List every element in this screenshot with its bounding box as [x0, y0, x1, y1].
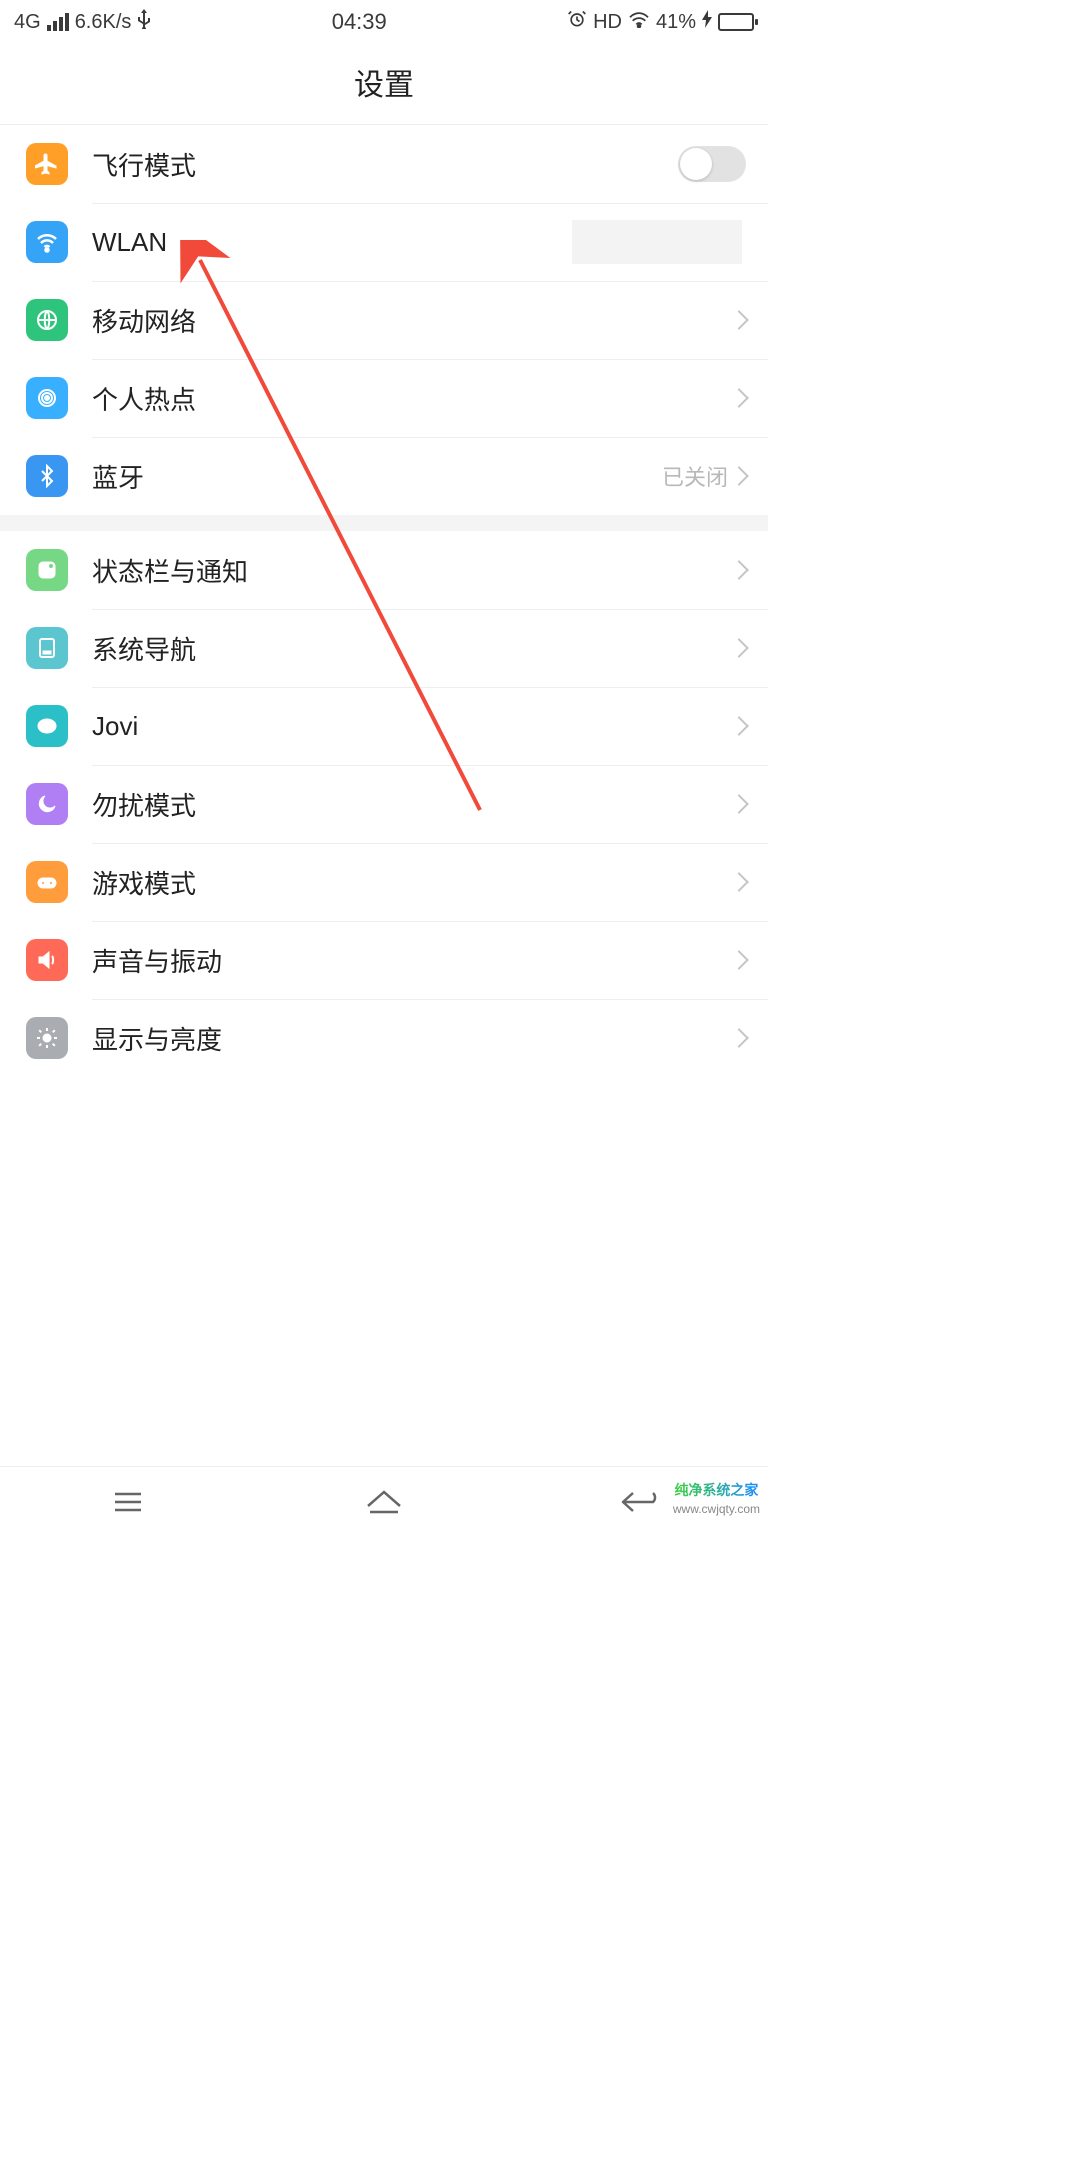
alarm-icon [567, 9, 587, 35]
nav-icon [26, 627, 68, 669]
row-label: WLAN [92, 227, 572, 258]
settings-group-system: 状态栏与通知 系统导航 Jovi 勿扰模式 游戏模式 声音与振动 [0, 531, 768, 1077]
row-airplane-mode[interactable]: 飞行模式 [0, 125, 768, 203]
status-right: HD 41% [567, 9, 754, 35]
row-label: 勿扰模式 [92, 786, 732, 823]
wlan-value-placeholder [572, 220, 742, 264]
brightness-icon [26, 1017, 68, 1059]
row-label: 蓝牙 [92, 458, 662, 495]
watermark: 纯净系统之家 www.cwjqty.com [673, 1480, 760, 1516]
airplane-toggle[interactable] [678, 146, 746, 182]
globe-icon [26, 299, 68, 341]
row-mobile-network[interactable]: 移动网络 [0, 281, 768, 359]
row-display[interactable]: 显示与亮度 [0, 999, 768, 1077]
home-button[interactable] [359, 1485, 409, 1519]
wifi-icon [26, 221, 68, 263]
chevron-right-icon [729, 950, 749, 970]
group-divider [0, 515, 768, 531]
status-left: 4G 6.6K/s [14, 9, 151, 35]
network-type: 4G [14, 11, 41, 34]
signal-icon [47, 13, 69, 31]
usb-icon [137, 9, 151, 35]
row-game-mode[interactable]: 游戏模式 [0, 843, 768, 921]
bluetooth-value: 已关闭 [662, 460, 728, 492]
chevron-right-icon [729, 1028, 749, 1048]
watermark-url: www.cwjqty.com [673, 1502, 760, 1516]
settings-group-connectivity: 飞行模式 WLAN 移动网络 个人热点 蓝牙 已关闭 [0, 125, 768, 515]
row-label: 系统导航 [92, 630, 732, 667]
row-label: 声音与振动 [92, 942, 732, 979]
jovi-icon [26, 705, 68, 747]
row-label: 状态栏与通知 [92, 552, 732, 589]
row-bluetooth[interactable]: 蓝牙 已关闭 [0, 437, 768, 515]
watermark-logo: 纯净系统之家 [674, 1480, 758, 1500]
recent-apps-button[interactable] [103, 1485, 153, 1519]
network-speed: 6.6K/s [75, 11, 132, 34]
row-status-notification[interactable]: 状态栏与通知 [0, 531, 768, 609]
chevron-right-icon [729, 388, 749, 408]
hd-label: HD [593, 11, 622, 34]
row-wlan[interactable]: WLAN [0, 203, 768, 281]
row-label: 显示与亮度 [92, 1020, 732, 1057]
battery-percent: 41% [656, 11, 696, 34]
chevron-right-icon [729, 794, 749, 814]
chevron-right-icon [729, 716, 749, 736]
chevron-right-icon [729, 872, 749, 892]
chevron-right-icon [729, 560, 749, 580]
status-time: 04:39 [332, 9, 387, 35]
row-jovi[interactable]: Jovi [0, 687, 768, 765]
row-label: 移动网络 [92, 302, 732, 339]
chevron-right-icon [729, 310, 749, 330]
moon-icon [26, 783, 68, 825]
row-dnd[interactable]: 勿扰模式 [0, 765, 768, 843]
page-title: 设置 [0, 44, 768, 125]
chevron-right-icon [729, 466, 749, 486]
hotspot-icon [26, 377, 68, 419]
charging-icon [702, 10, 712, 34]
notify-icon [26, 549, 68, 591]
row-hotspot[interactable]: 个人热点 [0, 359, 768, 437]
row-system-navigation[interactable]: 系统导航 [0, 609, 768, 687]
sound-icon [26, 939, 68, 981]
row-label: 游戏模式 [92, 864, 732, 901]
chevron-right-icon [729, 638, 749, 658]
row-label: 个人热点 [92, 380, 732, 417]
status-bar: 4G 6.6K/s 04:39 HD 41% [0, 0, 768, 44]
battery-icon [718, 13, 754, 31]
navigation-bar [0, 1466, 768, 1536]
game-icon [26, 861, 68, 903]
airplane-icon [26, 143, 68, 185]
row-sound[interactable]: 声音与振动 [0, 921, 768, 999]
row-label: 飞行模式 [92, 146, 678, 183]
row-label: Jovi [92, 711, 732, 742]
back-button[interactable] [615, 1485, 665, 1519]
wifi-status-icon [628, 10, 650, 34]
bluetooth-icon [26, 455, 68, 497]
